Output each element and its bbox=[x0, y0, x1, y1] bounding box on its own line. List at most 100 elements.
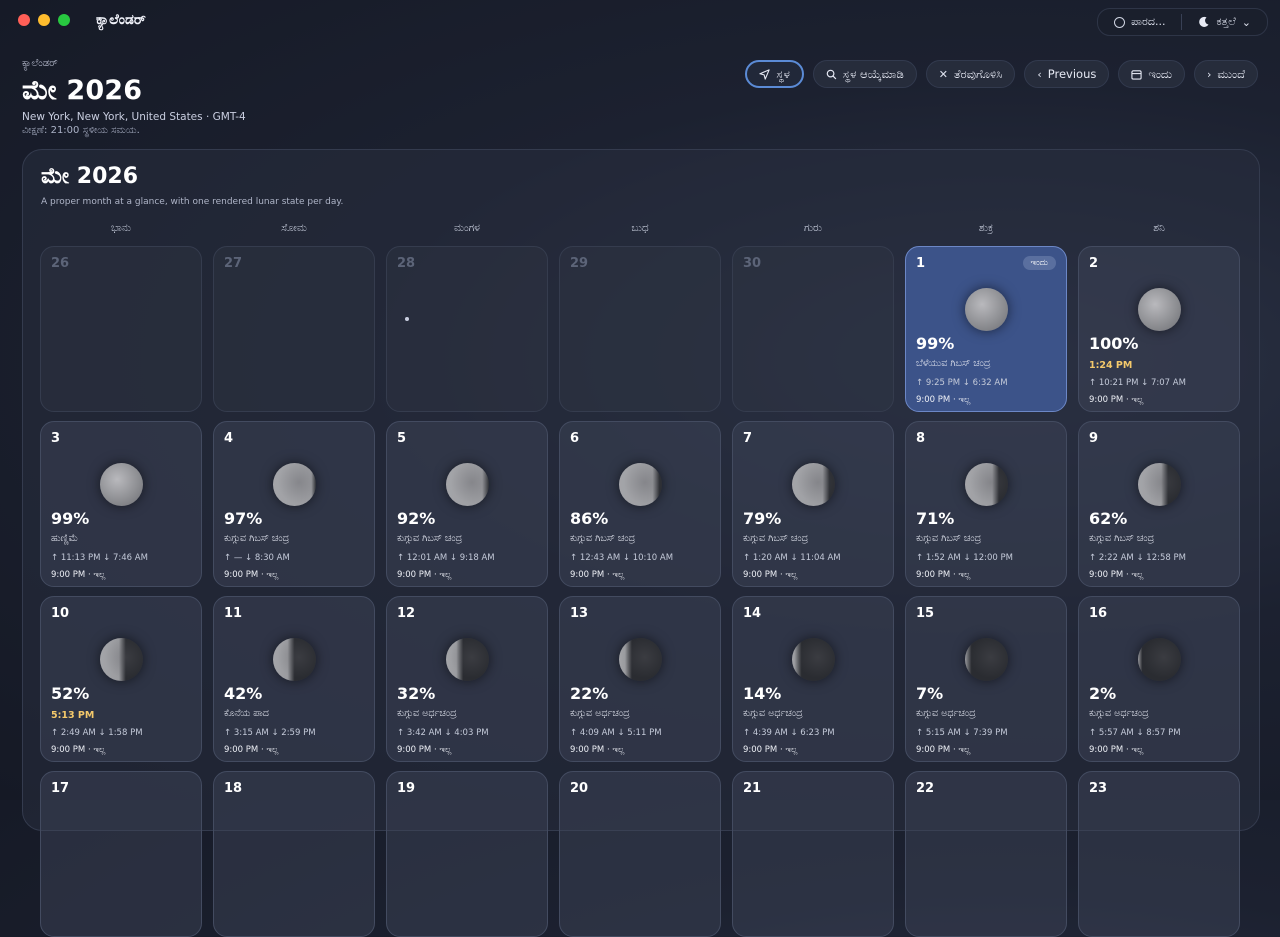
theme-label: ಕತ್ತಲೆ bbox=[1216, 15, 1236, 28]
day-cell[interactable]: 21 bbox=[732, 771, 894, 937]
day-number: 23 bbox=[1089, 781, 1108, 796]
day-number: 17 bbox=[51, 781, 70, 796]
illumination-percent: 2% bbox=[1089, 684, 1117, 703]
close-window-button[interactable] bbox=[18, 14, 30, 26]
phase-name: ಕುಗ್ಗುವ ಅರ್ಧಚಂದ್ರ bbox=[743, 708, 803, 719]
location-arrow-icon bbox=[759, 68, 770, 80]
today-badge: ಇಂದು bbox=[1022, 256, 1056, 270]
phase-name: ಕುಗ್ಗುವ ಅರ್ಧಚಂದ್ರ bbox=[570, 708, 630, 719]
moonrise-moonset: ↑ — ↓ 8:30 AM bbox=[224, 553, 290, 563]
day-cell[interactable]: 28 bbox=[386, 246, 548, 412]
day-cell[interactable]: 5 92% ಕುಗ್ಗುವ ಗಿಬಸ್ ಚಂದ್ರ ↑ 12:01 AM ↓ 9:18… bbox=[386, 421, 548, 587]
moonrise-moonset: ↑ 1:52 AM ↓ 12:00 PM bbox=[916, 553, 1013, 563]
moon-phase-icon bbox=[619, 463, 662, 506]
day-number: 30 bbox=[743, 256, 762, 271]
illumination-percent: 14% bbox=[743, 684, 782, 703]
moon-phase-icon bbox=[1138, 288, 1181, 331]
day-cell[interactable]: 15 7% ಕುಗ್ಗುವ ಅರ್ಧಚಂದ್ರ ↑ 5:15 AM ↓ 7:39 PM… bbox=[905, 596, 1067, 762]
phase-name: ಕುಗ್ಗುವ ಅರ್ಧಚಂದ್ರ bbox=[397, 708, 457, 719]
weekday-label: ಶನಿ bbox=[1153, 222, 1165, 234]
theme-dropdown[interactable]: ಕತ್ತಲೆ ⌄ bbox=[1192, 15, 1257, 29]
moon-phase-icon bbox=[1138, 463, 1181, 506]
day-number: 15 bbox=[916, 606, 935, 621]
day-cell[interactable]: 11 42% ಕೊನೆಯ ಪಾದ ↑ 3:15 AM ↓ 2:59 PM 9:00 PM… bbox=[213, 596, 375, 762]
moon-phase-icon bbox=[619, 638, 662, 681]
day-number: 1 bbox=[916, 256, 926, 271]
illumination-percent: 71% bbox=[916, 509, 955, 528]
day-number: 26 bbox=[51, 256, 70, 271]
page-eyebrow: ಕ್ಯಾಲೆಂಡರ್ bbox=[22, 58, 58, 69]
moonrise-moonset: ↑ 11:13 PM ↓ 7:46 AM bbox=[51, 553, 148, 563]
observation-footer: 9:00 PM · ಇಲ್ಲ bbox=[916, 570, 971, 580]
day-cell[interactable]: 16 2% ಕುಗ್ಗುವ ಅರ್ಧಚಂದ್ರ ↑ 5:57 AM ↓ 8:57 PM… bbox=[1078, 596, 1240, 762]
day-cell[interactable]: 7 79% ಕುಗ್ಗುವ ಗಿಬಸ್ ಚಂದ್ರ ↑ 1:20 AM ↓ 11:04… bbox=[732, 421, 894, 587]
moon-phase-icon bbox=[965, 288, 1008, 331]
use-location-button[interactable]: ಸ್ಥಳ bbox=[745, 60, 804, 88]
moonrise-moonset: ↑ 2:22 AM ↓ 12:58 PM bbox=[1089, 553, 1186, 563]
zoom-window-button[interactable] bbox=[58, 14, 70, 26]
choose-location-button[interactable]: ಸ್ಥಳ ಆಯ್ಕೆಮಾಡಿ bbox=[812, 60, 917, 88]
day-cell[interactable]: 19 bbox=[386, 771, 548, 937]
day-number: 3 bbox=[51, 431, 61, 446]
day-cell[interactable]: 14 14% ಕುಗ್ಗುವ ಅರ್ಧಚಂದ್ರ ↑ 4:39 AM ↓ 6:23 P… bbox=[732, 596, 894, 762]
day-cell[interactable]: 29 bbox=[559, 246, 721, 412]
illumination-percent: 22% bbox=[570, 684, 609, 703]
day-number: 6 bbox=[570, 431, 580, 446]
phase-name: ಹುಣ್ಣಿಮೆ bbox=[51, 533, 79, 544]
phase-name: ಕುಗ್ಗುವ ಗಿಬಸ್ ಚಂದ್ರ bbox=[570, 533, 636, 544]
transparency-toggle[interactable]: ಪಾರದ... bbox=[1108, 15, 1171, 29]
app-title: ಕ್ಯಾಲೆಂಡರ್ bbox=[96, 12, 146, 28]
minimize-window-button[interactable] bbox=[38, 14, 50, 26]
moonrise-moonset: ↑ 3:42 AM ↓ 4:03 PM bbox=[397, 728, 489, 738]
illumination-percent: 79% bbox=[743, 509, 782, 528]
use-location-label: ಸ್ಥಳ bbox=[776, 66, 790, 81]
phase-name: ಕುಗ್ಗುವ ಗಿಬಸ್ ಚಂದ್ರ bbox=[224, 533, 290, 544]
day-cell[interactable]: 17 bbox=[40, 771, 202, 937]
day-number: 10 bbox=[51, 606, 70, 621]
day-cell[interactable]: 4 97% ಕುಗ್ಗುವ ಗಿಬಸ್ ಚಂದ್ರ ↑ — ↓ 8:30 AM 9:00… bbox=[213, 421, 375, 587]
illumination-percent: 42% bbox=[224, 684, 263, 703]
day-cell[interactable]: 6 86% ಕುಗ್ಗುವ ಗಿಬಸ್ ಚಂದ್ರ ↑ 12:43 AM ↓ 10:1… bbox=[559, 421, 721, 587]
previous-month-button[interactable]: ‹ Previous bbox=[1024, 60, 1110, 88]
moon-phase-icon bbox=[273, 638, 316, 681]
day-cell[interactable]: 2 100% 1:24 PM ↑ 10:21 PM ↓ 7:07 AM 9:00 PM … bbox=[1078, 246, 1240, 412]
previous-label: Previous bbox=[1047, 67, 1097, 81]
day-number: 11 bbox=[224, 606, 243, 621]
day-cell[interactable]: 10 52% 5:13 PM ↑ 2:49 AM ↓ 1:58 PM 9:00 PM ·… bbox=[40, 596, 202, 762]
weekday-header: ಭಾನು ಸೋಮ ಮಂಗಳ ಬುಧ ಗುರು ಶುಕ್ರ ಶನಿ bbox=[40, 222, 1242, 235]
day-cell[interactable]: 30 bbox=[732, 246, 894, 412]
display-controls: ಪಾರದ... ಕತ್ತಲೆ ⌄ bbox=[1097, 8, 1268, 36]
moon-phase-icon bbox=[273, 463, 316, 506]
page-title: ಮೇ 2026 bbox=[22, 75, 143, 106]
day-cell[interactable]: 13 22% ಕುಗ್ಗುವ ಅರ್ಧಚಂದ್ರ ↑ 4:09 AM ↓ 5:11 P… bbox=[559, 596, 721, 762]
choose-location-label: ಸ್ಥಳ ಆಯ್ಕೆಮಾಡಿ bbox=[842, 66, 904, 81]
day-number: 16 bbox=[1089, 606, 1108, 621]
transparency-label: ಪಾರದ... bbox=[1131, 15, 1166, 28]
day-cell[interactable]: 18 bbox=[213, 771, 375, 937]
today-button[interactable]: ಇಂದು bbox=[1118, 60, 1186, 88]
calendar-grid: 26 27 28 29 30 1 ಇಂದು 99% ಬೆಳೆಯುವ ಗಿಬಸ್ ಚಂದ್ರ ↑ 9… bbox=[40, 246, 1242, 937]
day-number: 5 bbox=[397, 431, 407, 446]
observation-footer: 9:00 PM · ಇಲ್ಲ bbox=[51, 570, 106, 580]
day-cell[interactable]: 23 bbox=[1078, 771, 1240, 937]
illumination-percent: 62% bbox=[1089, 509, 1128, 528]
day-cell[interactable]: 12 32% ಕುಗ್ಗುವ ಅರ್ಧಚಂದ್ರ ↑ 3:42 AM ↓ 4:03 P… bbox=[386, 596, 548, 762]
illumination-percent: 99% bbox=[916, 334, 955, 353]
day-cell[interactable]: 8 71% ಕುಗ್ಗುವ ಗಿಬಸ್ ಚಂದ್ರ ↑ 1:52 AM ↓ 12:00… bbox=[905, 421, 1067, 587]
day-cell[interactable]: 20 bbox=[559, 771, 721, 937]
illumination-percent: 100% bbox=[1089, 334, 1139, 353]
month-title: ಮೇ 2026 bbox=[41, 164, 139, 189]
day-cell[interactable]: 26 bbox=[40, 246, 202, 412]
day-cell[interactable]: 9 62% ಕುಗ್ಗುವ ಗಿಬಸ್ ಚಂದ್ರ ↑ 2:22 AM ↓ 12:58… bbox=[1078, 421, 1240, 587]
phase-event-time: 5:13 PM bbox=[51, 710, 95, 721]
moonrise-moonset: ↑ 1:20 AM ↓ 11:04 AM bbox=[743, 553, 841, 563]
moonrise-moonset: ↑ 12:01 AM ↓ 9:18 AM bbox=[397, 553, 495, 563]
day-cell[interactable]: 22 bbox=[905, 771, 1067, 937]
next-month-button[interactable]: › ಮುಂದೆ bbox=[1194, 60, 1258, 88]
moon-phase-icon bbox=[446, 638, 489, 681]
day-cell[interactable]: 27 bbox=[213, 246, 375, 412]
clear-button[interactable]: ✕ ತೆರವುಗೊಳಿಸಿ bbox=[925, 60, 1016, 88]
chevron-left-icon: ‹ bbox=[1037, 67, 1042, 81]
day-cell-today[interactable]: 1 ಇಂದು 99% ಬೆಳೆಯುವ ಗಿಬಸ್ ಚಂದ್ರ ↑ 9:25 PM ↓ 6… bbox=[905, 246, 1067, 412]
day-cell[interactable]: 3 99% ಹುಣ್ಣಿಮೆ ↑ 11:13 PM ↓ 7:46 AM 9:00 PM … bbox=[40, 421, 202, 587]
